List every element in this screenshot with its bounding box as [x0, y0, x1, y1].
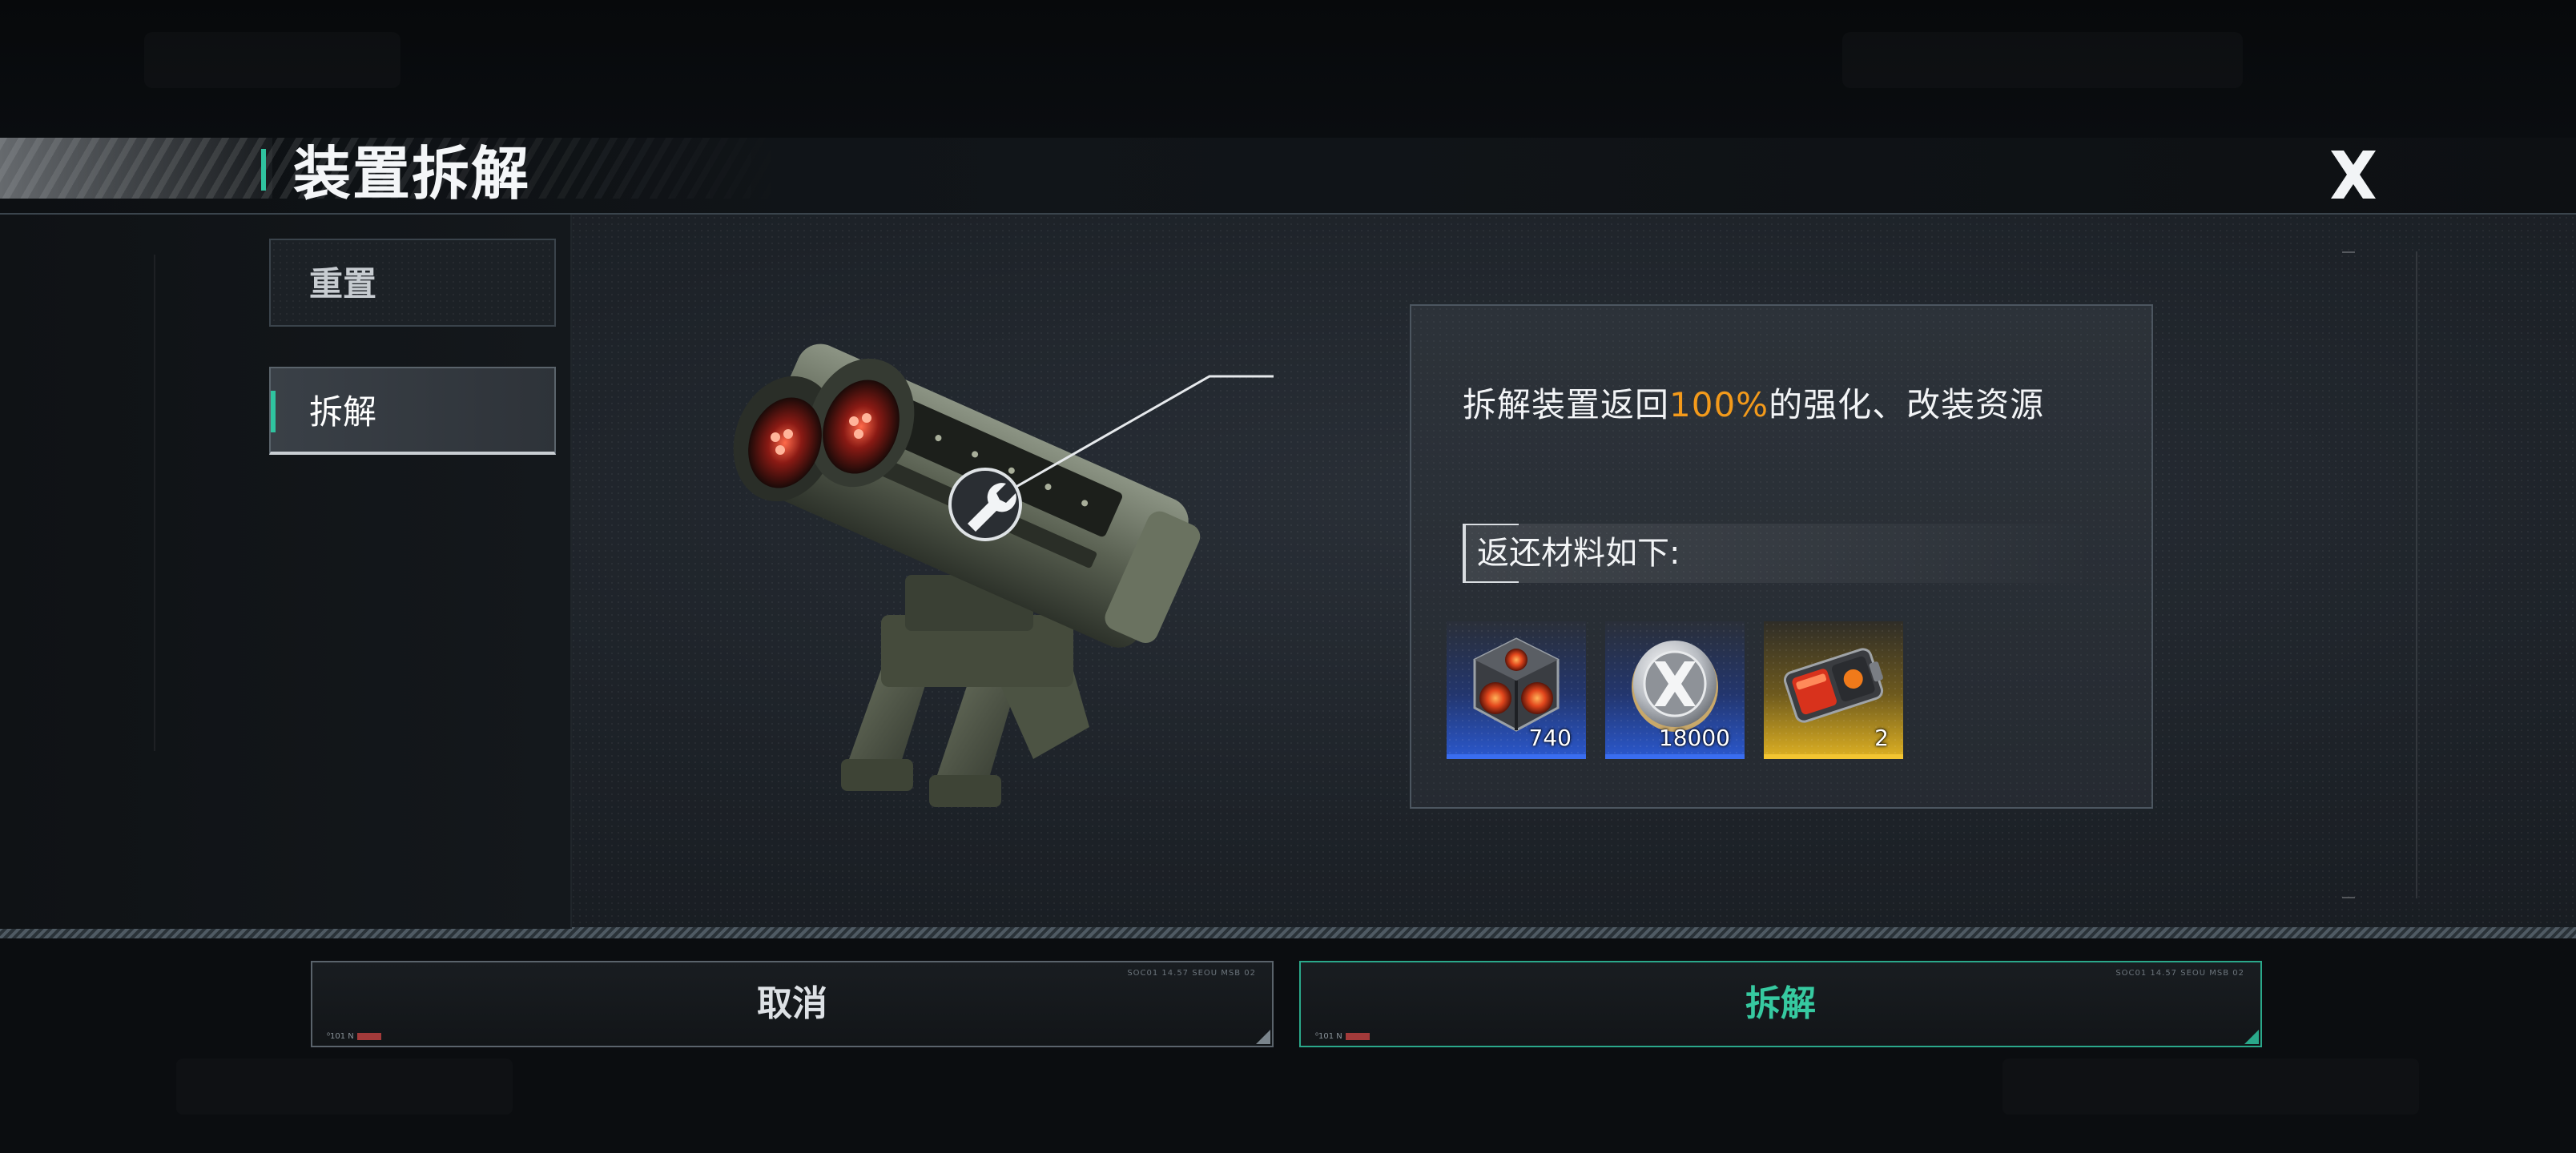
info-panel: 拆解装置返回100%的强化、改装资源 返还材料如下: 740 18000 2 — [1410, 304, 2153, 809]
title-accent-bar — [261, 149, 266, 191]
return-percentage: 100% — [1669, 385, 1769, 424]
item-count: 740 — [1528, 725, 1572, 751]
bottom-bar: SOC01 14.57 SEOU MSB 02 取消 ⁰101 N SOC01 … — [0, 938, 2576, 1153]
cancel-button-label: 取消 — [757, 983, 827, 1024]
returns-label: 返还材料如下: — [1477, 535, 1680, 572]
ghost-shape — [144, 32, 400, 88]
battery-module-icon — [1783, 648, 1884, 723]
reward-item-battery[interactable]: 2 — [1764, 621, 1903, 759]
dismantle-button-label: 拆解 — [1745, 983, 1816, 1024]
tab-reset-label: 重置 — [309, 264, 377, 303]
button-tag-block — [356, 1032, 381, 1040]
returns-header: 返还材料如下: — [1463, 524, 2095, 583]
desc-prefix: 拆解装置返回 — [1463, 385, 1670, 424]
corner-mark — [2342, 251, 2355, 253]
button-tag-text: ⁰101 N — [327, 1032, 354, 1041]
main-panel: 重置 拆解 拆解装置返回100%的强化、改装资源 返还材料如下: 740 180… — [0, 215, 2576, 929]
ghost-shape — [176, 1059, 513, 1115]
item-count: 18000 — [1658, 725, 1730, 751]
reward-item-coin[interactable]: 18000 — [1605, 621, 1745, 759]
divider-stripe — [0, 927, 2576, 938]
dismantle-description: 拆解装置返回100%的强化、改装资源 — [1463, 378, 2044, 427]
close-button[interactable] — [2320, 141, 2387, 208]
tab-active-indicator — [271, 391, 276, 432]
ghost-shape — [1842, 32, 2243, 88]
dismantle-button[interactable]: SOC01 14.57 SEOU MSB 02 拆解 ⁰101 N — [1299, 961, 2262, 1047]
tab-reset[interactable]: 重置 — [269, 239, 556, 327]
frame-line — [2416, 251, 2417, 898]
sidebar: 重置 拆解 — [0, 215, 572, 929]
top-background — [0, 0, 2576, 138]
button-tag: ⁰101 N — [1315, 1032, 1370, 1041]
tab-dismantle-label: 拆解 — [309, 392, 377, 432]
title-glow — [0, 138, 272, 199]
corner-mark — [2342, 897, 2355, 898]
button-tag-text: ⁰101 N — [1315, 1032, 1342, 1041]
cancel-button[interactable]: SOC01 14.57 SEOU MSB 02 取消 ⁰101 N — [311, 961, 1274, 1047]
desc-suffix: 的强化、改装资源 — [1769, 385, 2045, 424]
equipment-image — [733, 343, 1274, 807]
page-title: 装置拆解 — [293, 140, 531, 207]
button-notch — [1256, 1030, 1270, 1044]
button-notch — [2244, 1030, 2259, 1044]
item-count: 2 — [1874, 725, 1889, 751]
close-icon — [2331, 151, 2376, 199]
ghost-shape — [2002, 1059, 2419, 1115]
tab-dismantle[interactable]: 拆解 — [269, 367, 556, 455]
sidebar-decor-line — [154, 255, 155, 751]
reward-item-core[interactable]: 740 — [1447, 621, 1586, 759]
button-tag-block — [1345, 1032, 1370, 1040]
title-bar: 装置拆解 — [0, 138, 2576, 215]
bracket — [1463, 524, 1466, 583]
button-tag: ⁰101 N — [327, 1032, 381, 1041]
